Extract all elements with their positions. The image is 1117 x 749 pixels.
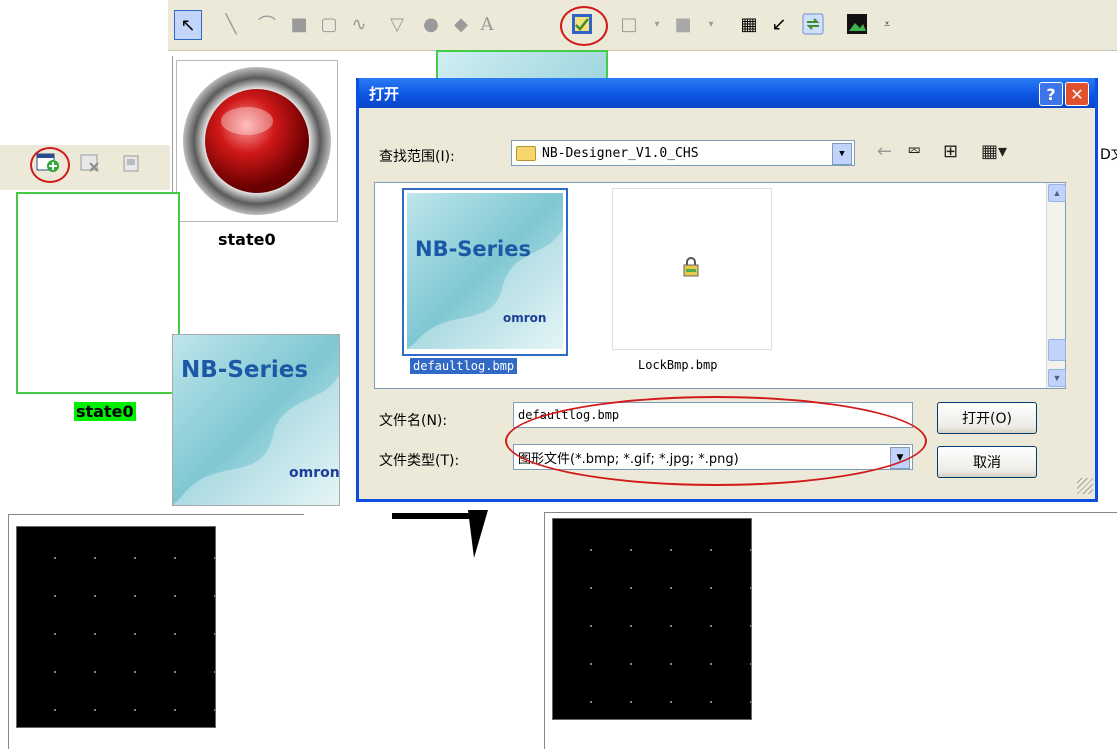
grid-frame-left-right xyxy=(544,512,545,749)
text-icon[interactable]: A xyxy=(474,10,500,38)
freehand-icon[interactable]: ∿ xyxy=(346,10,372,38)
bitmap-icon[interactable] xyxy=(569,10,595,38)
line-icon[interactable]: ╲ xyxy=(218,10,244,38)
state-thumbnail[interactable] xyxy=(176,60,338,222)
back-arrow-icon[interactable]: ← xyxy=(877,141,892,162)
rounded-rectangle-icon[interactable]: ▢ xyxy=(316,10,342,38)
drawing-toolbar: ↖ ╲ ⌒ ■ ▢ ∿ ▽ ● ◆ A □ ▾ ■ ▾ ▦ ↙ ⩡ xyxy=(168,0,1117,51)
state-label-highlighted: state0 xyxy=(74,402,136,421)
file-name-selected[interactable]: defaultlog.bmp xyxy=(410,358,518,374)
scroll-down-icon[interactable]: ▼ xyxy=(1048,369,1066,387)
arrow-icon[interactable]: ↙ xyxy=(766,10,792,38)
dialog-title: 打开 xyxy=(369,85,400,103)
refresh-icon[interactable] xyxy=(800,10,826,38)
partial-right-text: D文 xyxy=(1100,147,1117,163)
polyline-icon[interactable]: ⌒ xyxy=(254,10,280,38)
view-menu-icon[interactable]: ▦▾ xyxy=(981,141,1007,162)
state-toolbar xyxy=(0,145,170,190)
lock-icon xyxy=(683,257,699,282)
look-in-label: 查找范围(I): xyxy=(379,149,455,165)
fill-color-icon[interactable]: ■ xyxy=(670,10,696,38)
chevron-down-icon[interactable]: ▾ xyxy=(644,10,670,38)
image-icon[interactable] xyxy=(844,10,870,38)
dialog-titlebar: 打开 ? ✕ xyxy=(359,78,1095,108)
resize-grip-icon[interactable] xyxy=(1077,478,1093,494)
new-folder-icon[interactable]: ⊞ xyxy=(943,141,958,162)
rectangle-icon[interactable]: ■ xyxy=(286,10,312,38)
toolbar-overflow-icon[interactable]: ⩡ xyxy=(874,10,900,38)
folder-icon xyxy=(516,145,536,161)
file-list-scrollbar[interactable]: ▲ ▼ xyxy=(1046,183,1066,388)
look-in-dropdown[interactable]: NB-Designer_V1.0_CHS ▼ xyxy=(511,140,855,166)
look-in-value: NB-Designer_V1.0_CHS xyxy=(542,145,699,161)
up-folder-icon[interactable]: ⮹ xyxy=(907,141,921,162)
black-grid-canvas-left[interactable] xyxy=(16,526,216,728)
red-lamp-image xyxy=(183,67,331,215)
filetype-label: 文件类型(T): xyxy=(379,453,460,469)
help-button[interactable]: ? xyxy=(1039,82,1063,106)
transition-arrow-icon xyxy=(392,510,488,558)
nb-series-thumbnail[interactable]: NB-Series omron xyxy=(172,334,340,506)
file-item-defaultlog[interactable]: NB-Series omron xyxy=(402,188,568,356)
nb-series-title: NB-Series xyxy=(181,357,309,383)
diamond-icon[interactable]: ◆ xyxy=(448,10,474,38)
scroll-up-icon[interactable]: ▲ xyxy=(1048,184,1066,202)
copy-state-icon[interactable] xyxy=(122,154,142,179)
grid-frame-left xyxy=(8,514,9,749)
ellipse-icon[interactable]: ● xyxy=(418,10,444,38)
left-state-frame[interactable] xyxy=(16,192,180,394)
open-file-dialog: 打开 ? ✕ 查找范围(I): NB-Designer_V1.0_CHS ▼ ←… xyxy=(356,78,1098,502)
black-grid-canvas-right[interactable] xyxy=(552,518,752,720)
polygon-icon[interactable]: ▽ xyxy=(384,10,410,38)
highlight-ellipse xyxy=(505,396,927,486)
selected-frame-partial xyxy=(436,50,608,80)
filename-label: 文件名(N): xyxy=(379,413,448,429)
grid-frame-top xyxy=(8,514,304,525)
state-label: state0 xyxy=(218,230,276,249)
file-name[interactable]: LockBmp.bmp xyxy=(638,358,717,372)
cancel-button[interactable]: 取消 xyxy=(937,446,1037,478)
file-item-lockbmp[interactable] xyxy=(612,188,772,350)
chevron-down-icon[interactable]: ▼ xyxy=(832,143,852,165)
chevron-down-icon[interactable]: ▾ xyxy=(698,10,724,38)
file-thumbnail: NB-Series omron xyxy=(407,193,563,349)
omron-logo: omron xyxy=(289,465,340,481)
omron-logo: omron xyxy=(503,311,547,325)
open-button[interactable]: 打开(O) xyxy=(937,402,1037,434)
scroll-thumb[interactable] xyxy=(1048,339,1066,361)
nb-series-title: NB-Series xyxy=(415,237,531,261)
file-list[interactable]: NB-Series omron defaultlog.bmp LockBmp.b… xyxy=(374,182,1066,389)
pointer-icon[interactable]: ↖ xyxy=(174,10,202,40)
add-state-icon[interactable] xyxy=(36,152,60,179)
delete-state-icon[interactable] xyxy=(80,154,102,179)
close-button[interactable]: ✕ xyxy=(1065,82,1089,106)
table-icon[interactable]: ▦ xyxy=(736,10,762,38)
frame-icon[interactable]: □ xyxy=(616,10,642,38)
